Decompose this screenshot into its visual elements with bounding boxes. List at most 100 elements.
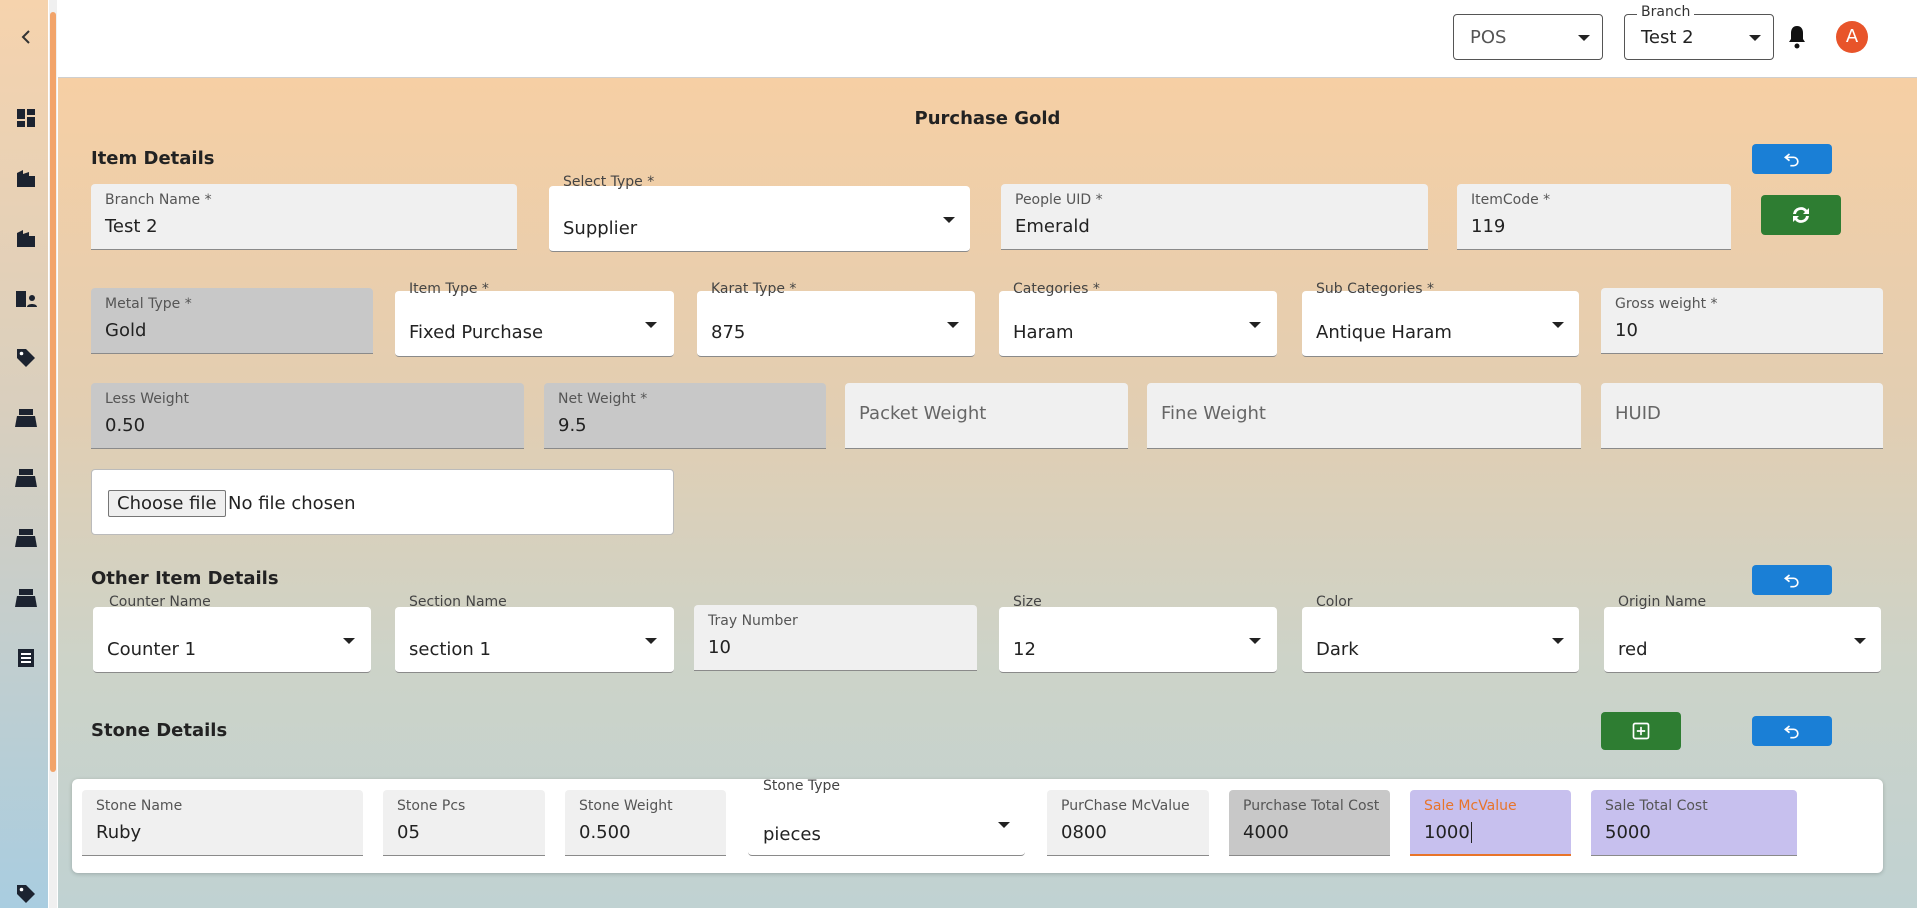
stone-type-value: pieces (763, 824, 821, 845)
refresh-itemcode-button[interactable] (1761, 195, 1841, 235)
section-name-label: Section Name (409, 594, 507, 610)
branch-select[interactable]: Branch Test 2 (1624, 4, 1774, 60)
register-icon[interactable] (14, 526, 38, 550)
purchase-mc-value-field[interactable]: PurChase McValue 0800 (1047, 790, 1209, 856)
stone-weight-field[interactable]: Stone Weight 0.500 (565, 790, 726, 856)
sub-categories-value: Antique Haram (1316, 322, 1452, 343)
chevron-left-icon[interactable] (14, 25, 38, 49)
item-type-dropdown[interactable]: Item Type * Fixed Purchase (395, 281, 674, 357)
net-weight-label: Net Weight * (558, 391, 648, 407)
color-value: Dark (1316, 639, 1359, 660)
tag-icon[interactable] (14, 346, 38, 370)
purchase-mc-value-value: 0800 (1061, 822, 1107, 843)
karat-type-dropdown[interactable]: Karat Type * 875 (697, 281, 975, 357)
stone-name-label: Stone Name (96, 798, 183, 814)
register-icon[interactable] (14, 586, 38, 610)
caret-down-icon (1749, 35, 1761, 41)
net-weight-value: 9.5 (558, 415, 587, 436)
stone-weight-value: 0.500 (579, 822, 631, 843)
size-label: Size (1013, 594, 1042, 610)
branch-name-field[interactable]: Branch Name * Test 2 (91, 184, 517, 250)
counter-name-value: Counter 1 (107, 639, 197, 660)
mode-select[interactable]: POS (1453, 14, 1603, 60)
karat-type-value: 875 (711, 322, 746, 343)
size-dropdown[interactable]: Size 12 (999, 594, 1277, 673)
stone-name-field[interactable]: Stone Name Ruby (82, 790, 363, 856)
origin-name-dropdown[interactable]: Origin Name red (1604, 594, 1881, 673)
add-stone-button[interactable] (1601, 712, 1681, 750)
caret-down-icon (1552, 638, 1564, 644)
item-type-label: Item Type * (409, 281, 489, 297)
stone-details-heading: Stone Details (91, 720, 228, 741)
metal-type-field: Metal Type * Gold (91, 288, 373, 354)
gross-weight-field[interactable]: Gross weight * 10 (1601, 288, 1883, 354)
stone-type-label: Stone Type (763, 778, 841, 794)
people-uid-label: People UID * (1015, 192, 1103, 208)
purchase-mc-value-label: PurChase McValue (1061, 798, 1190, 814)
metal-type-value: Gold (105, 320, 147, 341)
people-uid-field[interactable]: People UID * Emerald (1001, 184, 1428, 250)
net-weight-field: Net Weight * 9.5 (544, 383, 826, 449)
file-upload[interactable]: Choose file No file chosen (91, 469, 674, 535)
register-icon[interactable] (14, 406, 38, 430)
purchase-total-cost-field: Purchase Total Cost 4000 (1229, 790, 1390, 856)
huid-input[interactable]: HUID (1601, 383, 1883, 449)
people-building-icon[interactable] (14, 286, 38, 310)
caret-down-icon (1552, 322, 1564, 328)
sidebar (0, 0, 48, 908)
caret-down-icon (998, 822, 1010, 828)
sale-mc-value-value: 1000 (1424, 822, 1472, 843)
reset-other-details-button[interactable] (1752, 565, 1832, 595)
categories-dropdown[interactable]: Categories * Haram (999, 281, 1277, 357)
sale-mc-value-input[interactable]: Sale McValue 1000 (1410, 790, 1571, 856)
stone-type-dropdown[interactable]: Stone Type pieces (748, 778, 1025, 856)
categories-value: Haram (1013, 322, 1074, 343)
avatar[interactable]: A (1836, 21, 1868, 53)
sub-categories-dropdown[interactable]: Sub Categories * Antique Haram (1302, 281, 1579, 357)
page-title: Purchase Gold (914, 108, 1061, 129)
building-icon[interactable] (14, 166, 38, 190)
gross-weight-value: 10 (1615, 320, 1638, 341)
karat-type-label: Karat Type * (711, 281, 797, 297)
bell-icon[interactable] (1785, 24, 1809, 50)
choose-file-button[interactable]: Choose file (108, 490, 226, 517)
sale-mc-value-label: Sale McValue (1424, 798, 1517, 814)
stone-name-value: Ruby (96, 822, 142, 843)
branch-name-label: Branch Name * (105, 192, 212, 208)
fine-weight-placeholder: Fine Weight (1161, 403, 1266, 424)
reset-stone-details-button[interactable] (1752, 716, 1832, 746)
fine-weight-input[interactable]: Fine Weight (1147, 383, 1581, 449)
caret-down-icon (1249, 322, 1261, 328)
sale-total-cost-field[interactable]: Sale Total Cost 5000 (1591, 790, 1797, 856)
packet-weight-input[interactable]: Packet Weight (845, 383, 1128, 449)
receipt-icon[interactable] (14, 646, 38, 670)
tray-number-label: Tray Number (708, 613, 798, 629)
purchase-total-cost-value: 4000 (1243, 822, 1289, 843)
reset-item-details-button[interactable] (1752, 144, 1832, 174)
caret-down-icon (1854, 638, 1866, 644)
select-type-dropdown[interactable]: Select Type * Supplier (549, 174, 970, 252)
less-weight-value: 0.50 (105, 415, 146, 436)
section-name-dropdown[interactable]: Section Name section 1 (395, 594, 674, 673)
sub-categories-label: Sub Categories * (1316, 281, 1435, 297)
color-dropdown[interactable]: Color Dark (1302, 594, 1579, 673)
undo-icon (1783, 574, 1799, 588)
counter-name-dropdown[interactable]: Counter Name Counter 1 (93, 594, 371, 673)
branch-name-value: Test 2 (105, 216, 158, 237)
register-icon[interactable] (14, 466, 38, 490)
other-item-details-heading: Other Item Details (91, 568, 279, 589)
select-type-value: Supplier (563, 218, 638, 239)
tray-number-field[interactable]: Tray Number 10 (694, 605, 977, 671)
tag-icon[interactable] (14, 882, 38, 906)
sidebar-scrollbar-thumb[interactable] (50, 12, 56, 772)
caret-down-icon (343, 638, 355, 644)
building-icon[interactable] (14, 226, 38, 250)
branch-select-label: Branch (1637, 4, 1695, 20)
stone-pcs-field[interactable]: Stone Pcs 05 (383, 790, 545, 856)
dashboard-icon[interactable] (14, 106, 38, 130)
itemcode-field[interactable]: ItemCode * 119 (1457, 184, 1731, 250)
item-type-value: Fixed Purchase (409, 322, 544, 343)
undo-icon (1783, 725, 1799, 739)
sync-icon (1793, 207, 1809, 223)
section-name-value: section 1 (409, 639, 492, 660)
